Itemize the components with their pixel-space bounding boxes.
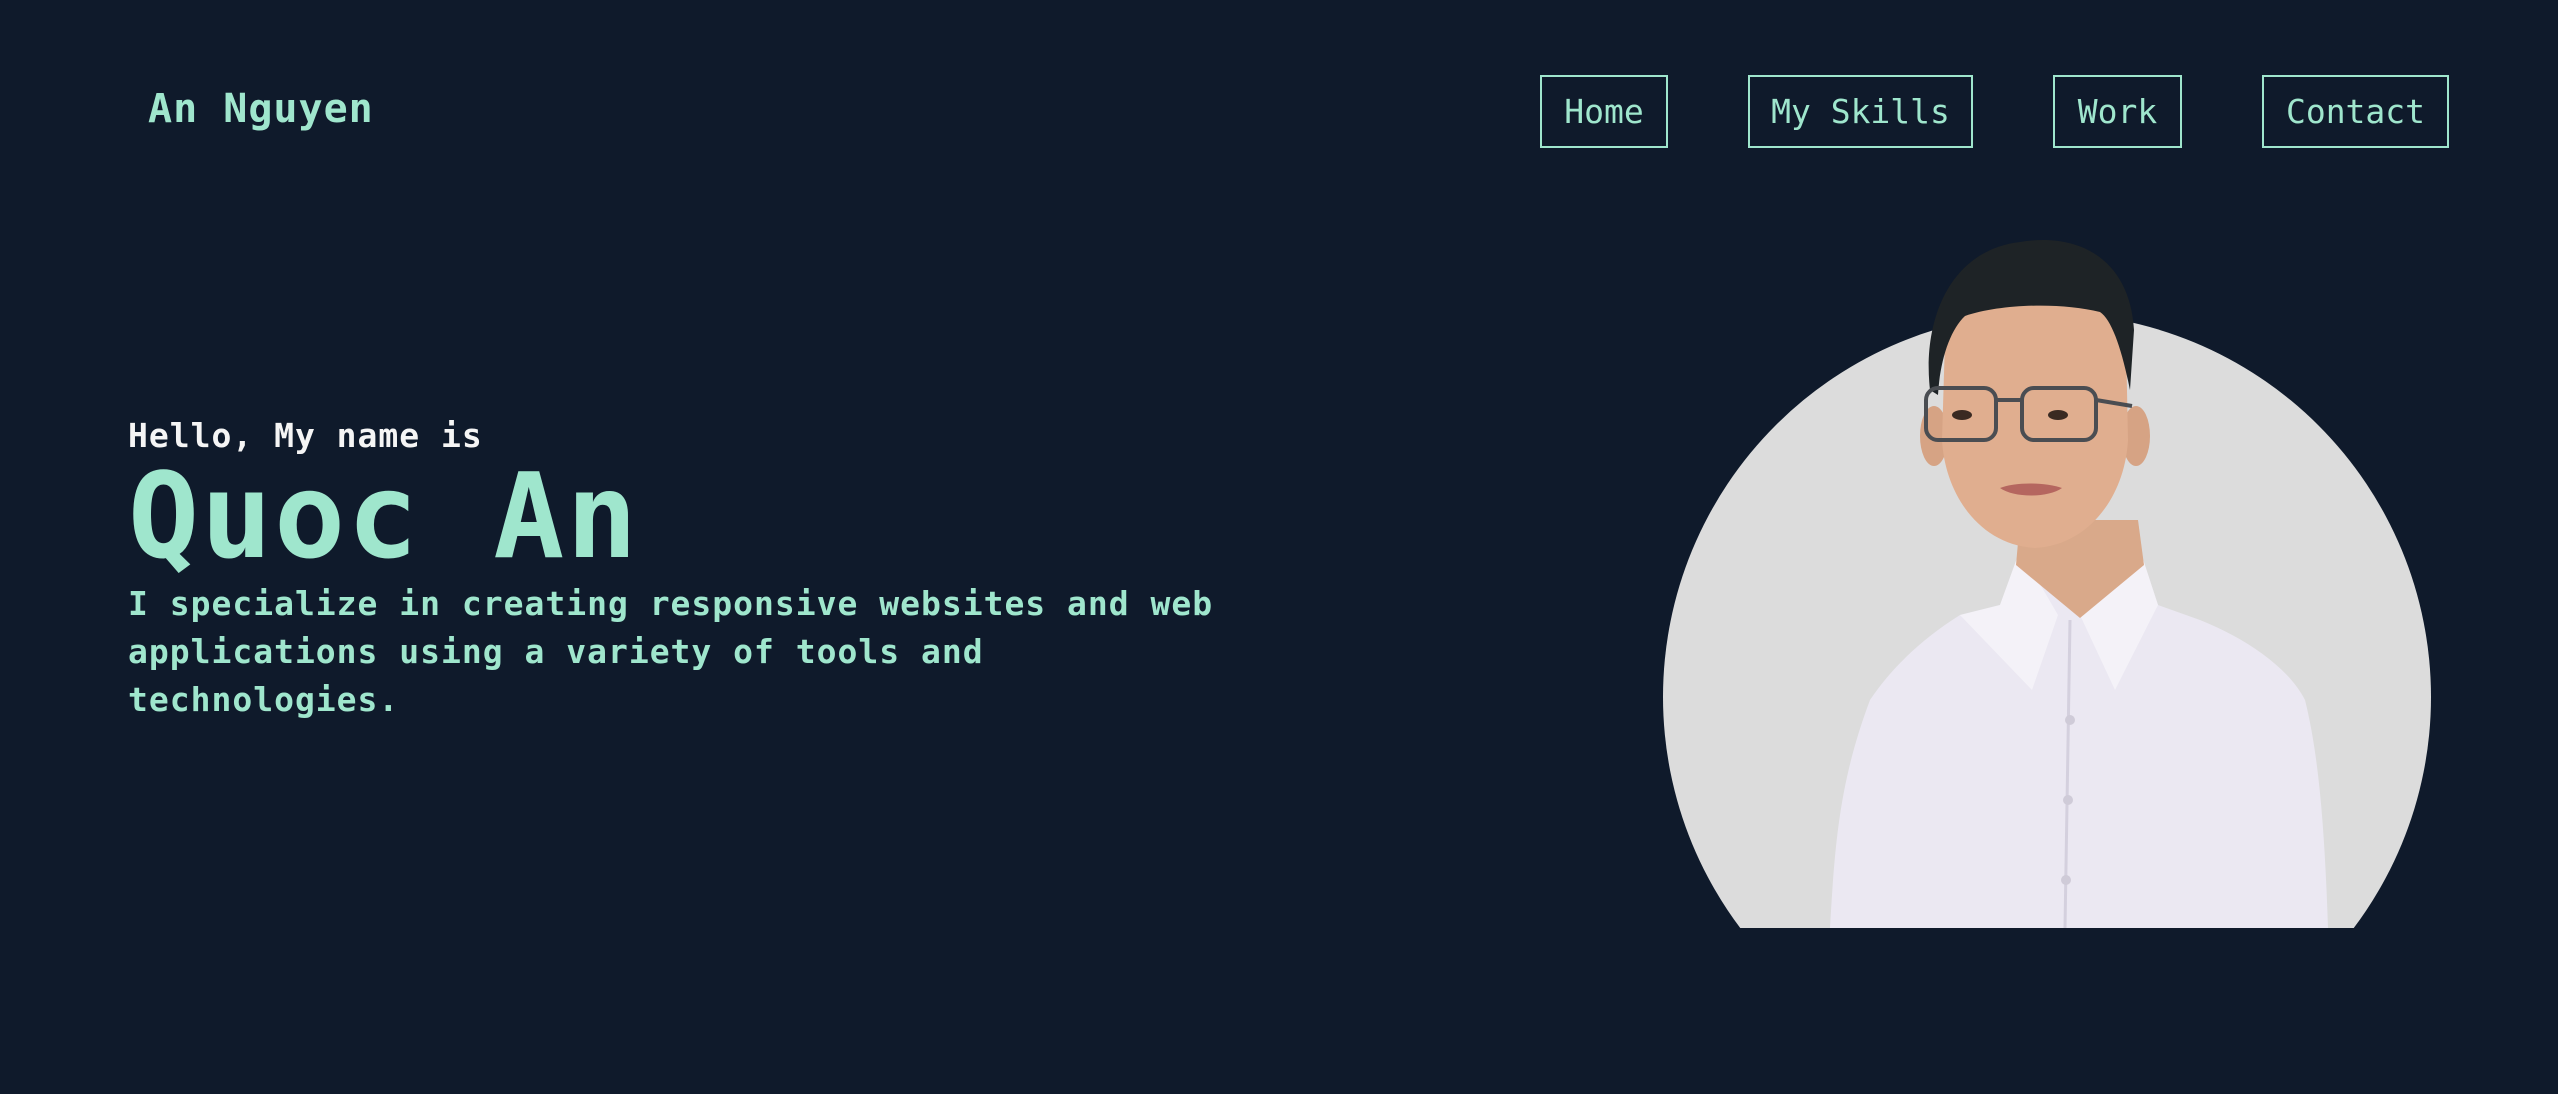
nav-home[interactable]: Home <box>1540 75 1668 148</box>
site-logo[interactable]: An Nguyen <box>148 86 374 132</box>
nav-work[interactable]: Work <box>2053 75 2182 148</box>
profile-photo <box>1663 240 2431 929</box>
nav-contact[interactable]: Contact <box>2262 75 2449 148</box>
nav-my-skills[interactable]: My Skills <box>1748 75 1973 148</box>
hero-name: Quoc An <box>128 447 640 585</box>
hero-description: I specialize in creating responsive webs… <box>128 584 1214 719</box>
